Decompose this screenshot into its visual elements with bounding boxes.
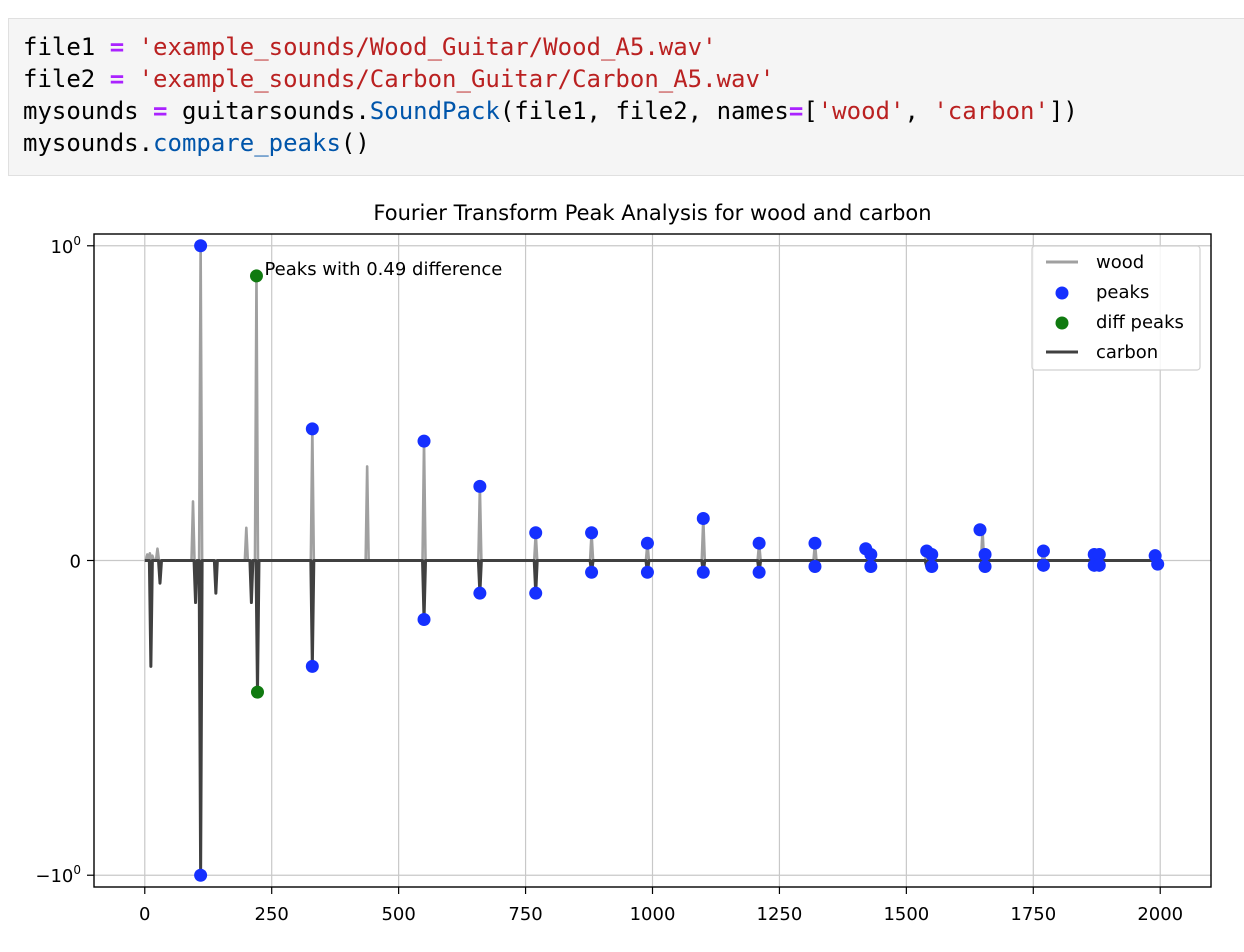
code-line-1: file1 = 'example_sounds/Wood_Guitar/Wood… — [23, 33, 717, 61]
x-tick-label: 1000 — [630, 904, 676, 925]
peak-point — [1036, 544, 1050, 558]
peak-point — [978, 560, 992, 574]
y-tick-label: 0 — [70, 552, 81, 573]
code-line-4: mysounds.compare_peaks() — [23, 129, 370, 157]
legend-label: wood — [1096, 252, 1144, 273]
peak-point — [808, 560, 822, 574]
legend-swatch-peaks — [1055, 286, 1069, 300]
peak-point — [585, 526, 599, 540]
peak-point — [194, 239, 208, 253]
peak-point — [529, 526, 543, 540]
x-tick-label: 250 — [255, 904, 289, 925]
code-line-2: file2 = 'example_sounds/Carbon_Guitar/Ca… — [23, 65, 775, 93]
annotation-label: Peaks with 0.49 difference — [264, 259, 502, 280]
peak-point — [194, 868, 208, 882]
code-line-3: mysounds = guitarsounds.SoundPack(file1,… — [23, 97, 1078, 125]
x-tick-label: 1750 — [1010, 904, 1056, 925]
peak-point — [529, 586, 543, 600]
peak-point — [1036, 558, 1050, 572]
peak-point — [305, 659, 319, 673]
x-tick-label: 1250 — [757, 904, 803, 925]
peak-point — [696, 565, 710, 579]
diff-peak-point — [249, 269, 263, 283]
peak-point — [752, 565, 766, 579]
x-tick-label: 2000 — [1137, 904, 1183, 925]
diff-peak-point — [250, 685, 264, 699]
peak-point — [925, 547, 939, 561]
peak-point — [696, 511, 710, 525]
chart-title: Fourier Transform Peak Analysis for wood… — [373, 201, 931, 225]
peak-point — [417, 613, 431, 627]
peak-point — [925, 560, 939, 574]
peak-point — [640, 565, 654, 579]
peak-point — [640, 536, 654, 550]
legend-swatch-diff-peaks — [1055, 316, 1069, 330]
x-tick-label: 750 — [508, 904, 542, 925]
peak-point — [473, 586, 487, 600]
peak-point — [978, 547, 992, 561]
peak-point — [1092, 558, 1106, 572]
plot-output: Fourier Transform Peak Analysis for wood… — [0, 180, 1244, 952]
x-tick-label: 500 — [381, 904, 415, 925]
legend-label: diff peaks — [1096, 312, 1184, 333]
peak-point — [473, 479, 487, 493]
peak-point — [808, 536, 822, 550]
x-tick-label: 0 — [139, 904, 150, 925]
peak-analysis-chart: Fourier Transform Peak Analysis for wood… — [35, 201, 1212, 925]
peak-point — [752, 536, 766, 550]
legend: wood peaks diff peaks carbon — [1031, 245, 1201, 371]
code-cell[interactable]: file1 = 'example_sounds/Wood_Guitar/Wood… — [8, 18, 1244, 176]
x-tick-label: 1500 — [883, 904, 929, 925]
peak-point — [1151, 557, 1165, 571]
peak-point — [585, 565, 599, 579]
code-block: file1 = 'example_sounds/Wood_Guitar/Wood… — [23, 31, 1078, 159]
legend-label: peaks — [1096, 282, 1149, 303]
peak-point — [864, 547, 878, 561]
peak-point — [973, 523, 987, 537]
legend-label: carbon — [1096, 342, 1158, 363]
peak-point — [417, 434, 431, 448]
peak-point — [305, 422, 319, 436]
y-tick-label: −100 — [35, 863, 81, 887]
peak-point — [864, 560, 878, 574]
y-tick-label: 100 — [50, 234, 81, 258]
